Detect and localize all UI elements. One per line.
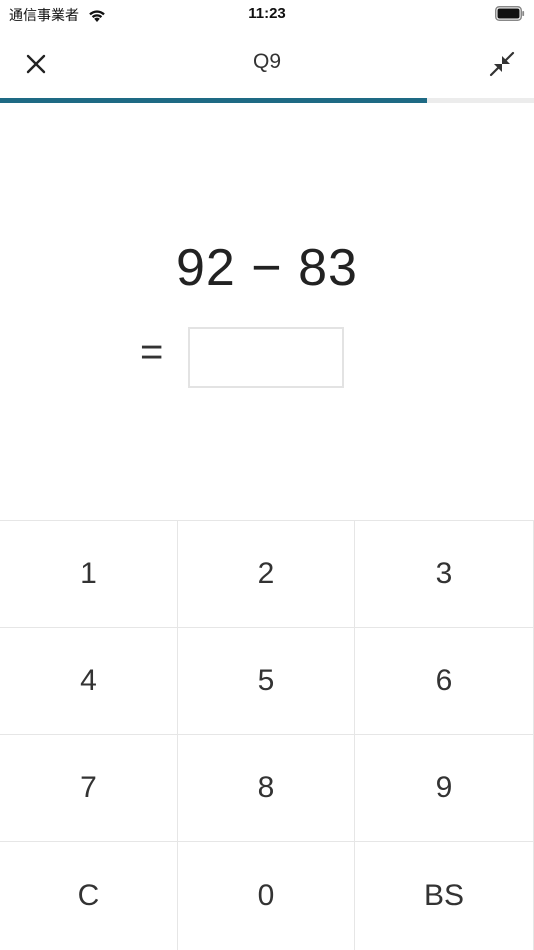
key-2[interactable]: 2 xyxy=(177,521,355,628)
status-time: 11:23 xyxy=(248,5,286,22)
nav-bar: Q9 xyxy=(0,30,534,96)
key-5[interactable]: 5 xyxy=(177,628,355,735)
page-title: Q9 xyxy=(252,50,281,73)
screen: 通信事業者 11:23 Q9 92 − 83 = 1 2 3 4 5 6 7 8… xyxy=(0,0,534,950)
key-1[interactable]: 1 xyxy=(0,521,178,628)
key-backspace[interactable]: BS xyxy=(354,842,534,950)
progress-bar xyxy=(0,98,534,103)
shrink-button[interactable] xyxy=(484,46,520,82)
key-4[interactable]: 4 xyxy=(0,628,178,735)
status-bar: 通信事業者 11:23 xyxy=(0,0,534,30)
keypad: 1 2 3 4 5 6 7 8 9 C 0 BS xyxy=(0,520,534,950)
key-7[interactable]: 7 xyxy=(0,735,178,842)
key-3[interactable]: 3 xyxy=(354,521,534,628)
answer-input[interactable] xyxy=(188,327,344,388)
question-expression: 92 − 83 xyxy=(176,239,358,297)
equals-sign: = xyxy=(140,330,164,374)
shrink-icon xyxy=(489,51,515,77)
key-0[interactable]: 0 xyxy=(177,842,355,950)
key-clear[interactable]: C xyxy=(0,842,178,950)
key-8[interactable]: 8 xyxy=(177,735,355,842)
key-6[interactable]: 6 xyxy=(354,628,534,735)
battery-icon xyxy=(495,6,525,21)
progress-fill xyxy=(0,98,428,103)
key-9[interactable]: 9 xyxy=(354,735,534,842)
